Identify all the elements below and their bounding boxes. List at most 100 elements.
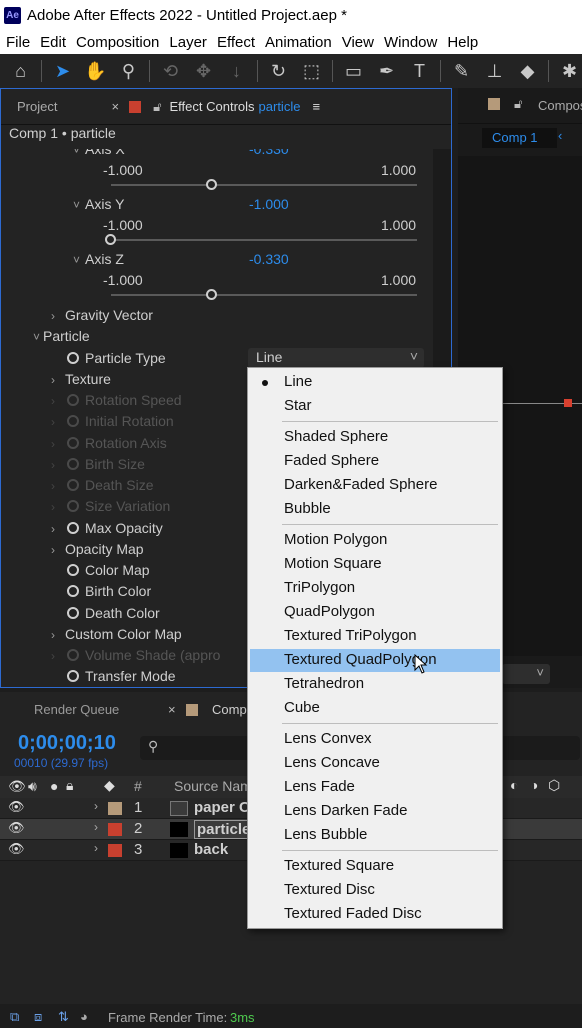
menu-help[interactable]: Help [447, 34, 478, 51]
property-axis-z[interactable]: ˅ Axis Z -0.330 [1, 251, 433, 272]
chevron-right-icon[interactable]: › [94, 841, 98, 855]
option-bubble[interactable]: Bubble [250, 498, 500, 521]
option-shaded-sphere[interactable]: Shaded Sphere [250, 426, 500, 449]
axis-z-slider[interactable] [111, 289, 417, 300]
menu-view[interactable]: View [342, 34, 374, 51]
adjustment-layer-icon[interactable]: ◑ [530, 777, 538, 793]
axis-y-slider[interactable] [105, 234, 417, 245]
property-axis-y[interactable]: ˅ Axis Y -1.000 [1, 196, 433, 217]
audio-icon[interactable]: 🔊︎ [28, 778, 37, 795]
stopwatch-icon[interactable] [67, 522, 79, 534]
stopwatch-icon[interactable] [67, 564, 79, 576]
pen-icon[interactable]: ✒ [374, 58, 399, 84]
rectangle-icon[interactable]: ▭ [341, 58, 366, 84]
home-icon[interactable]: ⌂ [8, 58, 33, 84]
tab-effect-controls[interactable]: Effect Controls [170, 99, 255, 114]
slider-knob[interactable] [205, 179, 217, 190]
puppet-icon[interactable]: ✱ [557, 58, 582, 84]
stopwatch-icon[interactable] [67, 670, 79, 682]
close-icon[interactable]: × [111, 99, 119, 114]
property-axis-x[interactable]: ˅ Axis X -0.330 [1, 149, 433, 162]
menu-effect[interactable]: Effect [217, 34, 255, 51]
lock-icon[interactable]: 🔓︎ [153, 99, 161, 115]
group-gravity-vector[interactable]: › Gravity Vector [1, 307, 433, 328]
option-textured-quadpolygon[interactable]: Textured QuadPolygon [250, 649, 500, 672]
stopwatch-icon[interactable] [67, 585, 79, 597]
current-time-display[interactable]: 0;00;00;10 [18, 732, 116, 755]
label-color-chip[interactable] [108, 844, 122, 857]
chevron-right-icon[interactable]: › [94, 820, 98, 834]
stopwatch-icon[interactable] [67, 352, 79, 364]
option-textured-faded-disc[interactable]: Textured Faded Disc [250, 903, 500, 926]
dolly-icon[interactable]: ↓ [224, 58, 249, 84]
chevron-down-icon[interactable]: ˅ [33, 330, 40, 344]
chevron-down-icon[interactable]: ˅ [73, 198, 80, 212]
comp-1-tab[interactable]: Comp 1 [482, 128, 557, 148]
eye-icon[interactable]: 👁︎ [8, 841, 25, 857]
label-icon[interactable]: ◆ [104, 777, 115, 794]
property-value[interactable]: -0.330 [249, 149, 289, 157]
slider-knob[interactable] [205, 289, 217, 300]
eraser-icon[interactable]: ◆ [515, 58, 540, 84]
option-textured-square[interactable]: Textured Square [250, 855, 500, 878]
option-lens-fade[interactable]: Lens Fade [250, 776, 500, 799]
selection-arrow-icon[interactable]: ➤ [50, 58, 75, 84]
option-darken-faded-sphere[interactable]: Darken&Faded Sphere [250, 474, 500, 497]
chevron-right-icon[interactable]: › [51, 543, 55, 557]
option-star[interactable]: Star [250, 395, 500, 418]
type-icon[interactable]: T [407, 58, 432, 84]
viewer-select[interactable]: ˅ [502, 664, 550, 684]
layer-name[interactable]: paper C [194, 799, 250, 816]
toggle-modes-icon[interactable]: ⧈ [34, 1009, 42, 1025]
toggle-in-out-icon[interactable]: ⇅ [58, 1009, 69, 1025]
tab-effect-controls-layer[interactable]: particle [259, 99, 301, 114]
brush-icon[interactable]: ✎ [449, 58, 474, 84]
3d-layer-icon[interactable]: ⬡ [548, 777, 560, 794]
particle-type-select[interactable]: Line ˅ [248, 348, 424, 368]
lock-icon[interactable]: 🔒︎ [66, 777, 73, 794]
tab-composition[interactable]: Compos [538, 98, 582, 113]
lock-icon[interactable]: 🔓︎ [514, 96, 522, 112]
eye-icon[interactable]: 👁︎ [8, 778, 26, 795]
camera-icon[interactable]: ⬚ [299, 58, 324, 84]
option-motion-square[interactable]: Motion Square [250, 553, 500, 576]
menu-edit[interactable]: Edit [40, 34, 66, 51]
chevron-left-icon[interactable]: ‹ [558, 128, 562, 143]
chevron-down-icon[interactable]: ˅ [73, 253, 80, 267]
tab-project[interactable]: Project [17, 99, 57, 114]
menu-layer[interactable]: Layer [169, 34, 207, 51]
label-color-chip[interactable] [108, 823, 122, 836]
option-lens-bubble[interactable]: Lens Bubble [250, 824, 500, 847]
chevron-right-icon[interactable]: › [94, 799, 98, 813]
panel-menu-icon[interactable]: ≡ [312, 99, 320, 114]
chevron-right-icon[interactable]: › [51, 628, 55, 642]
chevron-down-icon[interactable]: ˅ [73, 149, 80, 157]
axis-x-slider[interactable] [111, 179, 417, 190]
option-lens-concave[interactable]: Lens Concave [250, 752, 500, 775]
option-cube[interactable]: Cube [250, 697, 500, 720]
chevron-right-icon[interactable]: › [51, 309, 55, 323]
property-value[interactable]: -1.000 [249, 196, 289, 212]
menu-composition[interactable]: Composition [76, 34, 159, 51]
toggle-switches-icon[interactable]: ⧉ [10, 1009, 19, 1025]
eye-icon[interactable]: 👁︎ [8, 799, 25, 815]
pan-icon[interactable]: ✥ [191, 58, 216, 84]
chevron-right-icon[interactable]: › [51, 522, 55, 536]
label-color-chip[interactable] [108, 802, 122, 815]
menu-animation[interactable]: Animation [265, 34, 332, 51]
option-tripolygon[interactable]: TriPolygon [250, 577, 500, 600]
group-particle[interactable]: ˅ Particle [1, 328, 433, 349]
option-line[interactable]: Line [250, 371, 500, 394]
stopwatch-icon[interactable] [67, 607, 79, 619]
menu-file[interactable]: File [6, 34, 30, 51]
anchor-point-handle[interactable] [564, 399, 572, 407]
tab-comp[interactable]: Comp [212, 702, 247, 717]
option-lens-darken-fade[interactable]: Lens Darken Fade [250, 800, 500, 823]
option-motion-polygon[interactable]: Motion Polygon [250, 529, 500, 552]
option-textured-tripolygon[interactable]: Textured TriPolygon [250, 625, 500, 648]
motion-blur-icon[interactable]: ◐ [510, 777, 518, 793]
menu-window[interactable]: Window [384, 34, 437, 51]
clone-stamp-icon[interactable]: ⊥ [482, 58, 507, 84]
tab-render-queue[interactable]: Render Queue [34, 702, 119, 717]
layer-name[interactable]: particle [194, 820, 254, 839]
